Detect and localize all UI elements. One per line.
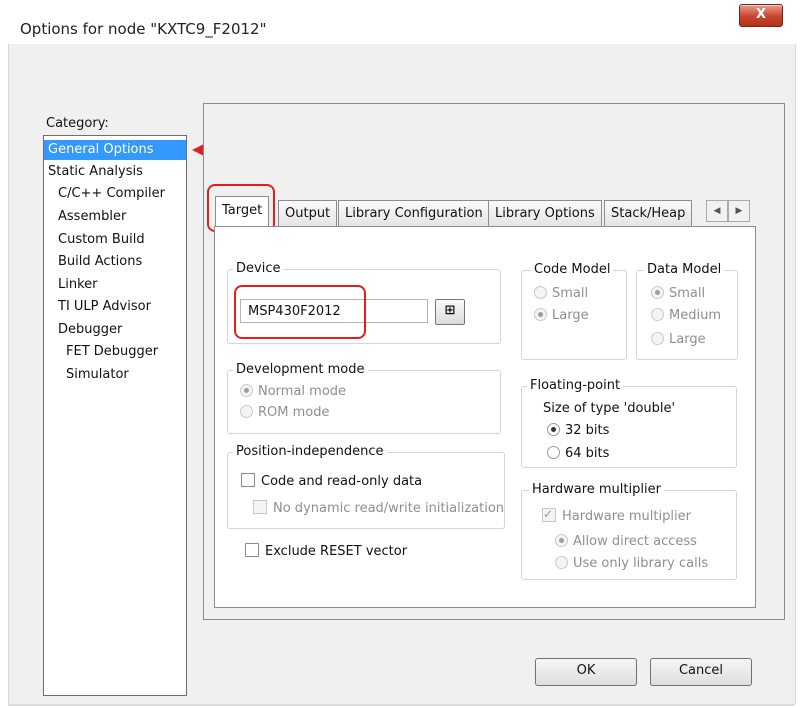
data-model-title: Data Model xyxy=(644,262,725,277)
close-icon: X xyxy=(755,7,767,22)
position-independence-title: Position-independence xyxy=(233,444,387,459)
device-group-title: Device xyxy=(233,261,284,276)
tab-scroll-right-icon[interactable]: ▶ xyxy=(728,200,750,222)
exclude-reset-vector-checkbox[interactable]: Exclude RESET vector xyxy=(245,543,407,560)
tab-library-options[interactable]: Library Options xyxy=(488,200,602,226)
allow-direct-access-radio[interactable]: Allow direct access xyxy=(555,534,697,550)
position-independence-group xyxy=(227,452,505,529)
normal-mode-radio[interactable]: Normal mode xyxy=(240,384,346,400)
data-model-medium-radio[interactable]: Medium xyxy=(651,308,721,324)
category-item-general-options[interactable]: General Options xyxy=(44,140,186,160)
radio-icon xyxy=(547,446,560,459)
data-model-small-radio[interactable]: Small xyxy=(651,286,705,302)
category-item-build-actions[interactable]: Build Actions xyxy=(58,252,142,272)
radio-icon xyxy=(534,308,547,321)
category-item-simulator[interactable]: Simulator xyxy=(66,365,129,385)
cancel-button[interactable]: Cancel xyxy=(650,658,752,686)
code-model-small-radio[interactable]: Small xyxy=(534,286,588,302)
category-item-c-compiler[interactable]: C/C++ Compiler xyxy=(58,184,165,204)
radio-icon xyxy=(547,423,560,436)
radio-icon xyxy=(555,556,568,569)
tab-scroll-left-icon[interactable]: ◀ xyxy=(706,200,728,222)
radio-icon xyxy=(555,534,568,547)
no-dynamic-init-checkbox[interactable]: No dynamic read/write initialization xyxy=(253,500,504,517)
double-32-bits-radio[interactable]: 32 bits xyxy=(547,423,609,439)
radio-icon xyxy=(651,286,664,299)
radio-icon xyxy=(240,384,253,397)
code-model-title: Code Model xyxy=(531,262,614,277)
hardware-multiplier-title: Hardware multiplier xyxy=(529,482,664,497)
tab-stack-heap[interactable]: Stack/Heap xyxy=(604,200,693,226)
category-label: Category: xyxy=(46,116,109,131)
radio-icon xyxy=(651,308,664,321)
radio-icon xyxy=(240,405,253,418)
rom-mode-radio[interactable]: ROM mode xyxy=(240,405,329,421)
checkbox-icon xyxy=(241,473,255,487)
data-model-large-radio[interactable]: Large xyxy=(651,332,706,348)
code-readonly-checkbox[interactable]: Code and read-only data xyxy=(241,473,422,490)
double-size-label: Size of type 'double' xyxy=(543,401,676,416)
ok-button[interactable]: OK xyxy=(535,658,637,686)
category-item-assembler[interactable]: Assembler xyxy=(58,207,126,227)
category-list[interactable]: General Options Static Analysis C/C++ Co… xyxy=(43,135,187,696)
checkbox-icon xyxy=(253,500,267,514)
double-64-bits-radio[interactable]: 64 bits xyxy=(547,446,609,462)
tab-scroll-arrows: ◀ ▶ xyxy=(706,200,750,222)
category-item-debugger[interactable]: Debugger xyxy=(58,320,122,340)
device-browse-icon: ⊞ xyxy=(444,303,456,318)
annotation-box-target-tab xyxy=(207,184,275,232)
checkbox-icon xyxy=(245,543,259,557)
window-title: Options for node "KXTC9_F2012" xyxy=(20,20,267,38)
hardware-multiplier-checkbox[interactable]: Hardware multiplier xyxy=(542,506,691,525)
close-button[interactable]: X xyxy=(739,4,783,27)
category-item-linker[interactable]: Linker xyxy=(58,275,98,295)
annotation-box-device xyxy=(234,285,366,339)
library-calls-radio[interactable]: Use only library calls xyxy=(555,556,708,572)
code-model-large-radio[interactable]: Large xyxy=(534,308,589,324)
window-bottom-edge xyxy=(8,704,795,706)
checkbox-icon xyxy=(542,506,556,522)
category-item-custom-build[interactable]: Custom Build xyxy=(58,230,145,250)
floating-point-title: Floating-point xyxy=(527,378,624,393)
tab-output[interactable]: Output xyxy=(278,200,338,226)
tab-library-configuration[interactable]: Library Configuration xyxy=(338,200,490,226)
radio-icon xyxy=(534,286,547,299)
category-item-ti-ulp-advisor[interactable]: TI ULP Advisor xyxy=(58,297,151,317)
radio-icon xyxy=(651,332,664,345)
device-select-button[interactable]: ⊞ xyxy=(435,299,465,325)
category-item-static-analysis[interactable]: Static Analysis xyxy=(48,162,143,182)
development-mode-group xyxy=(227,370,501,434)
development-mode-title: Development mode xyxy=(233,362,368,377)
category-item-fet-debugger[interactable]: FET Debugger xyxy=(66,342,158,362)
